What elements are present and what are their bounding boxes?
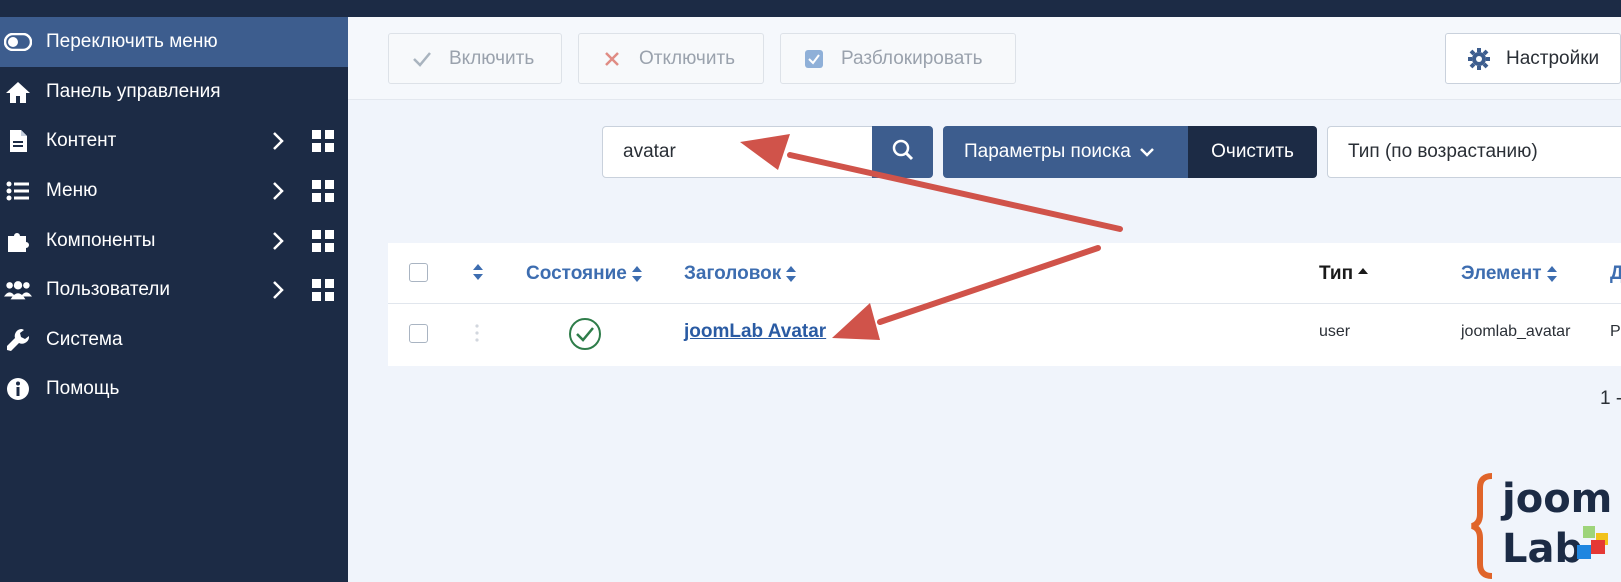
toggle-menu-label: Переключить меню: [46, 31, 218, 52]
users-icon: [4, 276, 32, 304]
logo-text-line1: joom: [1500, 476, 1612, 522]
wrench-icon: [4, 326, 32, 354]
column-header-type[interactable]: Тип: [1319, 263, 1369, 285]
sort-asc-icon: [1358, 268, 1369, 274]
sidebar-item-content[interactable]: Контент: [0, 116, 348, 166]
checkbox-checked-icon: [803, 48, 825, 70]
sidebar-item-menus[interactable]: Меню: [0, 166, 348, 216]
toolbar: Включить Отключить Разблокировать Настро…: [348, 17, 1621, 100]
unlock-label: Разблокировать: [841, 47, 983, 69]
toggle-icon: [4, 28, 32, 56]
gear-icon: [1468, 47, 1490, 70]
info-icon: [4, 375, 32, 403]
chevron-down-icon: [1139, 146, 1155, 158]
sort-icon: [631, 266, 642, 282]
plugin-type: user: [1319, 323, 1351, 340]
search-options-label: Параметры поиска: [964, 141, 1131, 162]
column-header-title-label: Заголовок: [684, 263, 782, 284]
dashboard-grid-icon[interactable]: [312, 230, 334, 252]
sidebar-item-components[interactable]: Компоненты: [0, 216, 348, 266]
settings-button[interactable]: Настройки: [1445, 33, 1621, 84]
sidebar-item-help[interactable]: Помощь: [0, 364, 348, 414]
top-header-bar: [348, 0, 1621, 17]
sidebar-item-label: Система: [46, 329, 123, 350]
plugin-element: joomlab_avatar: [1461, 323, 1571, 340]
sort-select[interactable]: Тип (по возрастанию): [1327, 126, 1621, 178]
enable-button[interactable]: Включить: [388, 33, 562, 84]
sidebar-item-label: Помощь: [46, 378, 120, 399]
row-checkbox[interactable]: [409, 324, 428, 343]
close-icon: [601, 48, 623, 70]
search-button[interactable]: [872, 126, 933, 178]
dashboard-grid-icon[interactable]: [312, 180, 334, 202]
sidebar-item-system[interactable]: Система: [0, 315, 348, 365]
sidebar-item-label: Панель управления: [46, 81, 221, 102]
logo-text-line2: Lab: [1502, 526, 1583, 572]
home-icon: [4, 78, 32, 106]
plugin-title-link[interactable]: joomLab Avatar: [684, 321, 826, 343]
disable-label: Отключить: [639, 47, 736, 69]
column-header-type-label: Тип: [1319, 263, 1354, 284]
file-icon: [4, 127, 32, 155]
chevron-right-icon[interactable]: [268, 280, 288, 300]
dashboard-grid-icon[interactable]: [312, 279, 334, 301]
sidebar-item-label: Пользователи: [46, 279, 171, 300]
sidebar-item-label: Контент: [46, 130, 117, 151]
disable-button[interactable]: Отключить: [578, 33, 764, 84]
ordering-sort-icon[interactable]: [472, 263, 484, 281]
sidebar-item-label: Компоненты: [46, 230, 156, 251]
search-icon: [892, 139, 914, 166]
column-header-state[interactable]: Состояние: [526, 263, 643, 285]
column-header-element[interactable]: Элемент: [1461, 263, 1558, 285]
list-icon: [4, 177, 32, 205]
chevron-right-icon[interactable]: [268, 181, 288, 201]
settings-label: Настройки: [1506, 47, 1600, 69]
column-header-extra[interactable]: Д: [1610, 263, 1621, 285]
sort-icon: [786, 266, 797, 282]
chevron-right-icon[interactable]: [268, 231, 288, 251]
sidebar-item-label: Меню: [46, 180, 98, 201]
sort-icon: [1546, 266, 1557, 282]
select-all-checkbox[interactable]: [409, 263, 428, 282]
sidebar: Переключить меню Панель управления Конте…: [0, 0, 348, 582]
plugin-extra: P: [1610, 323, 1621, 340]
puzzle-icon: [4, 227, 32, 255]
check-icon: [411, 48, 433, 70]
enabled-status-icon[interactable]: [568, 317, 602, 356]
pagination-counter: 1 -: [1600, 388, 1621, 409]
toggle-menu-button[interactable]: Переключить меню: [0, 17, 348, 67]
plugins-table: Состояние Заголовок Тип Элемент Д joomLa…: [388, 243, 1621, 366]
column-header-state-label: Состояние: [526, 263, 627, 284]
search-options-button[interactable]: Параметры поиска: [943, 126, 1188, 178]
drag-handle-icon[interactable]: [474, 323, 480, 348]
column-header-element-label: Элемент: [1461, 263, 1542, 284]
joomlab-logo: joom Lab: [1470, 470, 1621, 582]
enable-label: Включить: [449, 47, 535, 69]
sidebar-item-users[interactable]: Пользователи: [0, 265, 348, 315]
dashboard-grid-icon[interactable]: [312, 130, 334, 152]
clear-button[interactable]: Очистить: [1188, 126, 1317, 178]
header-divider: [388, 303, 1621, 304]
unlock-button[interactable]: Разблокировать: [780, 33, 1016, 84]
chevron-right-icon[interactable]: [268, 131, 288, 151]
sidebar-item-dashboard[interactable]: Панель управления: [0, 67, 348, 117]
column-header-title[interactable]: Заголовок: [684, 263, 797, 285]
search-input[interactable]: avatar: [602, 126, 873, 178]
